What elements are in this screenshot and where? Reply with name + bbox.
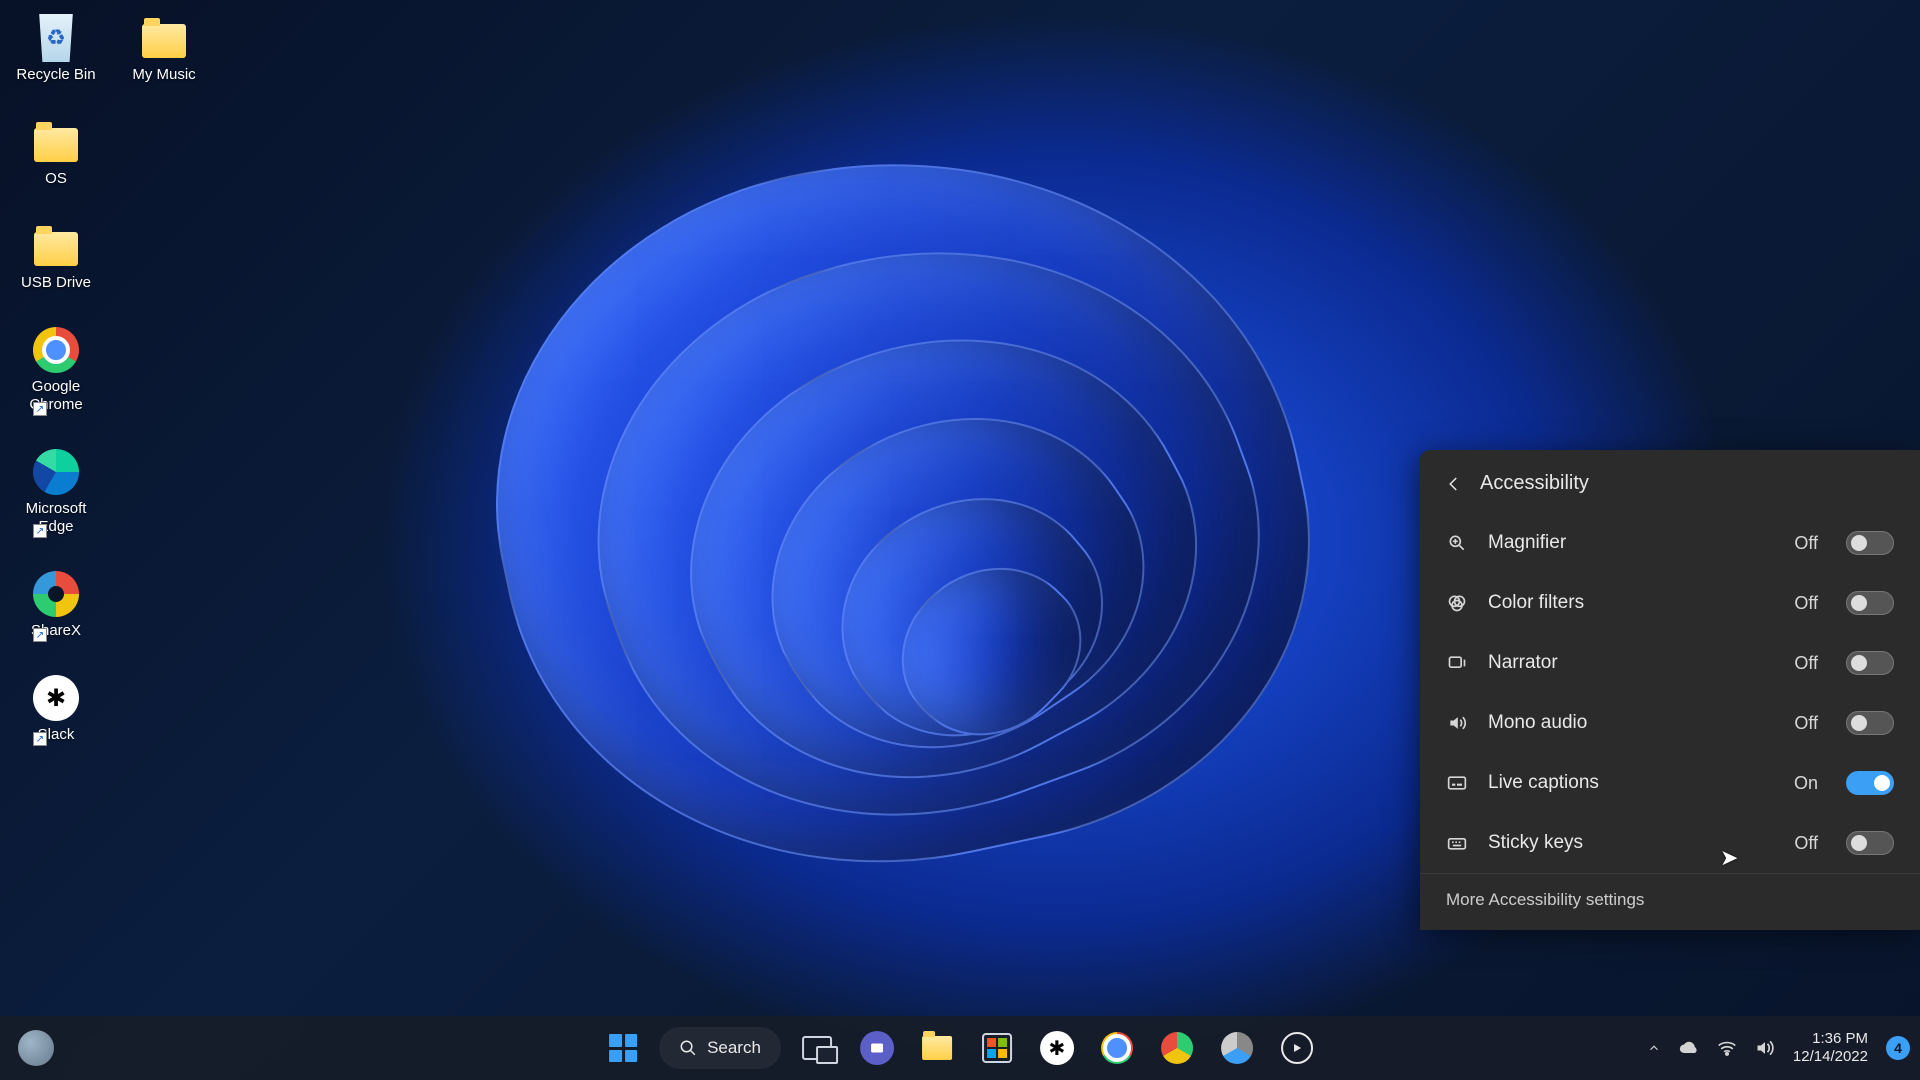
accessibility-row-narrator: Narrator Off	[1420, 633, 1920, 693]
tray-time: 1:36 PM	[1793, 1030, 1868, 1048]
chrome-canary-icon	[1161, 1032, 1193, 1064]
back-button[interactable]	[1444, 474, 1464, 494]
weather-widget-button[interactable]	[18, 1030, 54, 1066]
more-accessibility-settings-link[interactable]: More Accessibility settings	[1420, 873, 1920, 930]
accessibility-row-color-filters: Color filters Off	[1420, 573, 1920, 633]
desktop-icon-usb-drive[interactable]: USB Drive	[6, 220, 106, 294]
mono-audio-toggle[interactable]	[1846, 711, 1894, 735]
accessibility-row-label: Live captions	[1488, 772, 1774, 794]
tray-overflow-button[interactable]	[1647, 1041, 1661, 1055]
accessibility-row-state: Off	[1794, 653, 1818, 674]
file-explorer-button[interactable]	[913, 1024, 961, 1072]
media-player-taskbar-button[interactable]	[1273, 1024, 1321, 1072]
slack-icon: ✱	[33, 675, 79, 721]
file-explorer-icon	[922, 1036, 952, 1060]
sticky-keys-toggle[interactable]	[1846, 831, 1894, 855]
folder-icon	[34, 128, 78, 162]
system-tray: 1:36 PM 12/14/2022 4	[1647, 1030, 1910, 1066]
tray-date: 12/14/2022	[1793, 1048, 1868, 1066]
desktop-icon-label: Recycle Bin	[16, 66, 95, 84]
search-label: Search	[707, 1038, 761, 1058]
windows-logo-icon	[609, 1034, 637, 1062]
task-view-icon	[802, 1036, 832, 1060]
slack-taskbar-button[interactable]: ✱	[1033, 1024, 1081, 1072]
desktop-icon-microsoft-edge[interactable]: ↗ Microsoft Edge	[6, 446, 106, 538]
accessibility-row-label: Mono audio	[1488, 712, 1774, 734]
shortcut-arrow-icon: ↗	[33, 732, 47, 746]
accessibility-row-label: Magnifier	[1488, 532, 1774, 554]
desktop-icon-google-chrome[interactable]: ↗ Google Chrome	[6, 324, 106, 416]
volume-tray-icon[interactable]	[1755, 1039, 1775, 1057]
accessibility-row-live-captions: Live captions On	[1420, 753, 1920, 813]
sticky-keys-icon	[1446, 833, 1468, 853]
arrow-left-icon	[1445, 475, 1463, 493]
notification-count: 4	[1894, 1040, 1902, 1056]
chrome-icon	[1101, 1032, 1133, 1064]
slack-icon: ✱	[1040, 1031, 1074, 1065]
desktop-icon-label: My Music	[132, 66, 195, 84]
accessibility-row-magnifier: Magnifier Off	[1420, 513, 1920, 573]
microsoft-store-button[interactable]	[973, 1024, 1021, 1072]
desktop-icon-grid: ♻ Recycle Bin My Music OS USB Drive ↗ Go…	[6, 12, 214, 746]
accessibility-row-state: Off	[1794, 713, 1818, 734]
accessibility-row-state: Off	[1794, 593, 1818, 614]
narrator-toggle[interactable]	[1846, 651, 1894, 675]
taskbar-clock[interactable]: 1:36 PM 12/14/2022	[1793, 1030, 1868, 1066]
accessibility-row-label: Color filters	[1488, 592, 1774, 614]
chrome-dev-taskbar-button[interactable]	[1213, 1024, 1261, 1072]
recycle-bin-icon: ♻	[36, 14, 76, 62]
accessibility-row-label: Narrator	[1488, 652, 1774, 674]
chrome-canary-taskbar-button[interactable]	[1153, 1024, 1201, 1072]
accessibility-row-state: Off	[1794, 833, 1818, 854]
shortcut-arrow-icon: ↗	[33, 628, 47, 642]
task-view-button[interactable]	[793, 1024, 841, 1072]
accessibility-row-label: Sticky keys	[1488, 832, 1774, 854]
color-filters-icon	[1446, 593, 1468, 613]
flyout-title: Accessibility	[1480, 472, 1589, 495]
desktop-icon-slack[interactable]: ✱ ↗ Slack	[6, 672, 106, 746]
color-filters-toggle[interactable]	[1846, 591, 1894, 615]
shortcut-arrow-icon: ↗	[33, 524, 47, 538]
shortcut-arrow-icon: ↗	[33, 402, 47, 416]
wallpaper-bloom	[380, 100, 1430, 1000]
onedrive-tray-icon[interactable]	[1679, 1041, 1699, 1055]
desktop-icon-label: OS	[45, 170, 67, 188]
live-captions-icon	[1446, 773, 1468, 793]
folder-icon	[34, 232, 78, 266]
taskbar-center: Search ✱	[599, 1024, 1321, 1072]
start-button[interactable]	[599, 1024, 647, 1072]
accessibility-row-state: Off	[1794, 533, 1818, 554]
chrome-dev-icon	[1221, 1032, 1253, 1064]
accessibility-row-mono-audio: Mono audio Off	[1420, 693, 1920, 753]
taskbar-search-button[interactable]: Search	[659, 1027, 781, 1069]
desktop-icon-my-music[interactable]: My Music	[114, 12, 214, 86]
notification-center-button[interactable]: 4	[1886, 1036, 1910, 1060]
magnifier-icon	[1446, 533, 1468, 553]
magnifier-toggle[interactable]	[1846, 531, 1894, 555]
accessibility-flyout: Accessibility Magnifier Off Color filters O…	[1420, 450, 1920, 930]
chat-icon	[860, 1031, 894, 1065]
chrome-taskbar-button[interactable]	[1093, 1024, 1141, 1072]
chat-button[interactable]	[853, 1024, 901, 1072]
folder-icon	[142, 24, 186, 58]
accessibility-row-state: On	[1794, 773, 1818, 794]
desktop-icon-label: USB Drive	[21, 274, 91, 292]
live-captions-toggle[interactable]	[1846, 771, 1894, 795]
store-icon	[982, 1033, 1012, 1063]
wifi-tray-icon[interactable]	[1717, 1040, 1737, 1056]
narrator-icon	[1446, 653, 1468, 673]
mono-audio-icon	[1446, 713, 1468, 733]
chrome-icon	[33, 327, 79, 373]
edge-icon	[33, 449, 79, 495]
play-icon	[1281, 1032, 1313, 1064]
desktop-icon-recycle-bin[interactable]: ♻ Recycle Bin	[6, 12, 106, 86]
accessibility-row-sticky-keys: Sticky keys Off	[1420, 813, 1920, 873]
search-icon	[679, 1039, 697, 1057]
desktop-icon-sharex[interactable]: ↗ ShareX	[6, 568, 106, 642]
desktop-icon-os[interactable]: OS	[6, 116, 106, 190]
sharex-icon	[33, 571, 79, 617]
taskbar: Search ✱ 1:36 PM 12/14/2022 4	[0, 1016, 1920, 1080]
